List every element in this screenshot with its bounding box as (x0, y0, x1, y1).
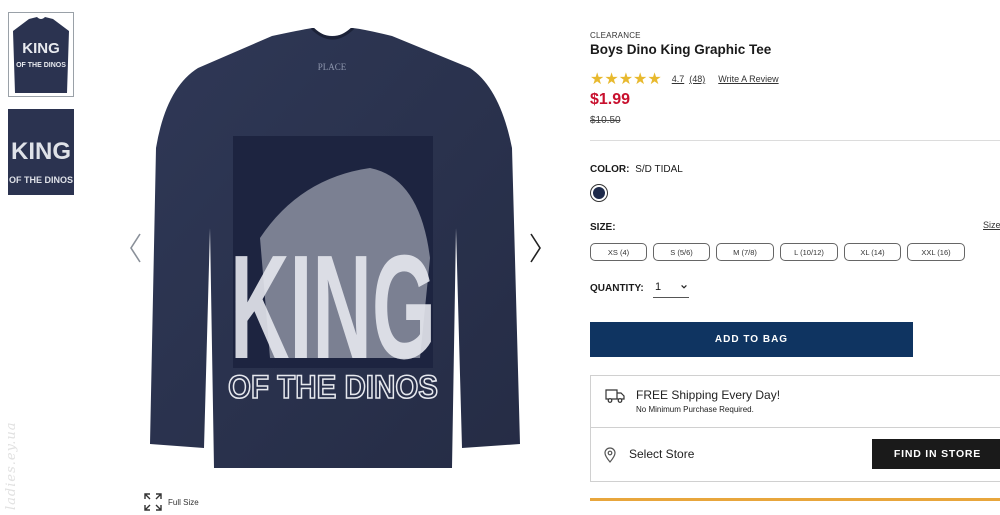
quantity-value: 1 (655, 281, 662, 293)
full-size-button[interactable]: Full Size (144, 493, 199, 511)
thumb-print-line2: OF THE DINOS (16, 62, 66, 69)
size-button-l[interactable]: L (10/12) (780, 243, 838, 261)
promo-banner-edge (590, 498, 1000, 501)
original-price: $10.50 (590, 115, 621, 126)
thumb2-print-line2: OF THE DINOS (9, 175, 73, 185)
watermark: ladies.ey.ua (4, 421, 19, 510)
star-icon: ★ (590, 69, 605, 88)
full-size-label: Full Size (168, 497, 199, 507)
rating-value-link[interactable]: 4.7 (672, 74, 685, 84)
print-line2: OF THE DINOS (228, 369, 438, 405)
size-button-xxl[interactable]: XXL (16) (907, 243, 965, 261)
review-count-link[interactable]: (48) (689, 74, 705, 84)
thumb-print-line1: KING (22, 40, 60, 57)
color-row: COLOR: S/D TIDAL (590, 164, 683, 175)
star-icon: ★ (633, 69, 648, 88)
main-product-image[interactable]: PLACE KING OF THE DINOS (140, 26, 525, 473)
sale-price: $1.99 (590, 91, 631, 108)
thumbnail-detail-image: KING OF THE DINOS (8, 109, 74, 195)
print-line1: KING (230, 225, 436, 390)
size-button-xl[interactable]: XL (14) (844, 243, 901, 261)
write-review-link[interactable]: Write A Review (718, 74, 778, 84)
size-button-xs[interactable]: XS (4) (590, 243, 647, 261)
color-label: COLOR: (590, 164, 630, 175)
shipping-subtitle: No Minimum Purchase Required. (636, 405, 754, 414)
tshirt-image: PLACE KING OF THE DINOS (150, 26, 520, 468)
clearance-badge: CLEARANCE (590, 31, 641, 40)
chevron-down-icon (681, 284, 687, 289)
thumb2-print-line1: KING (11, 138, 71, 165)
previous-image-button[interactable] (128, 233, 142, 263)
next-image-button[interactable] (529, 233, 543, 263)
divider (590, 140, 1000, 141)
add-to-bag-button[interactable]: ADD TO BAG (590, 322, 913, 357)
thumbnail-shirt-image: KING OF THE DINOS (13, 16, 69, 93)
expand-icon (144, 493, 162, 511)
size-guide-link[interactable]: Size (983, 220, 1000, 230)
color-swatch-selected[interactable] (590, 184, 608, 202)
star-icon: ★ (604, 69, 619, 88)
truck-icon (605, 389, 625, 403)
shipping-info: FREE Shipping Every Day! No Minimum Purc… (590, 375, 1000, 427)
star-icon: ★ (618, 69, 634, 88)
quantity-label: QUANTITY: (590, 283, 644, 294)
shipping-title: FREE Shipping Every Day! (636, 388, 781, 402)
location-pin-icon (604, 447, 616, 463)
size-label: SIZE: (590, 222, 616, 233)
select-store-link[interactable]: Select Store (629, 447, 694, 461)
rating-row: ★ ★ ★ ★ ★ 4.7 (48) Write A Review (590, 71, 779, 87)
store-pickup: Select Store FIND IN STORE (590, 427, 1000, 482)
color-value: S/D TIDAL (635, 164, 683, 175)
star-rating[interactable]: ★ ★ ★ ★ ★ (590, 71, 662, 87)
quantity-select[interactable]: 1 (653, 281, 689, 298)
chevron-left-icon (130, 233, 141, 263)
swatch-fill (593, 187, 605, 199)
product-title: Boys Dino King Graphic Tee (590, 42, 772, 57)
star-icon: ★ (647, 69, 662, 88)
collar-tag-text: PLACE (318, 62, 347, 72)
find-in-store-button[interactable]: FIND IN STORE (872, 439, 1000, 469)
size-button-m[interactable]: M (7/8) (716, 243, 774, 261)
thumbnail-front[interactable]: KING OF THE DINOS (8, 12, 74, 97)
thumbnail-detail[interactable]: KING OF THE DINOS (8, 109, 74, 195)
chevron-right-icon (530, 233, 541, 263)
size-button-s[interactable]: S (5/6) (653, 243, 710, 261)
